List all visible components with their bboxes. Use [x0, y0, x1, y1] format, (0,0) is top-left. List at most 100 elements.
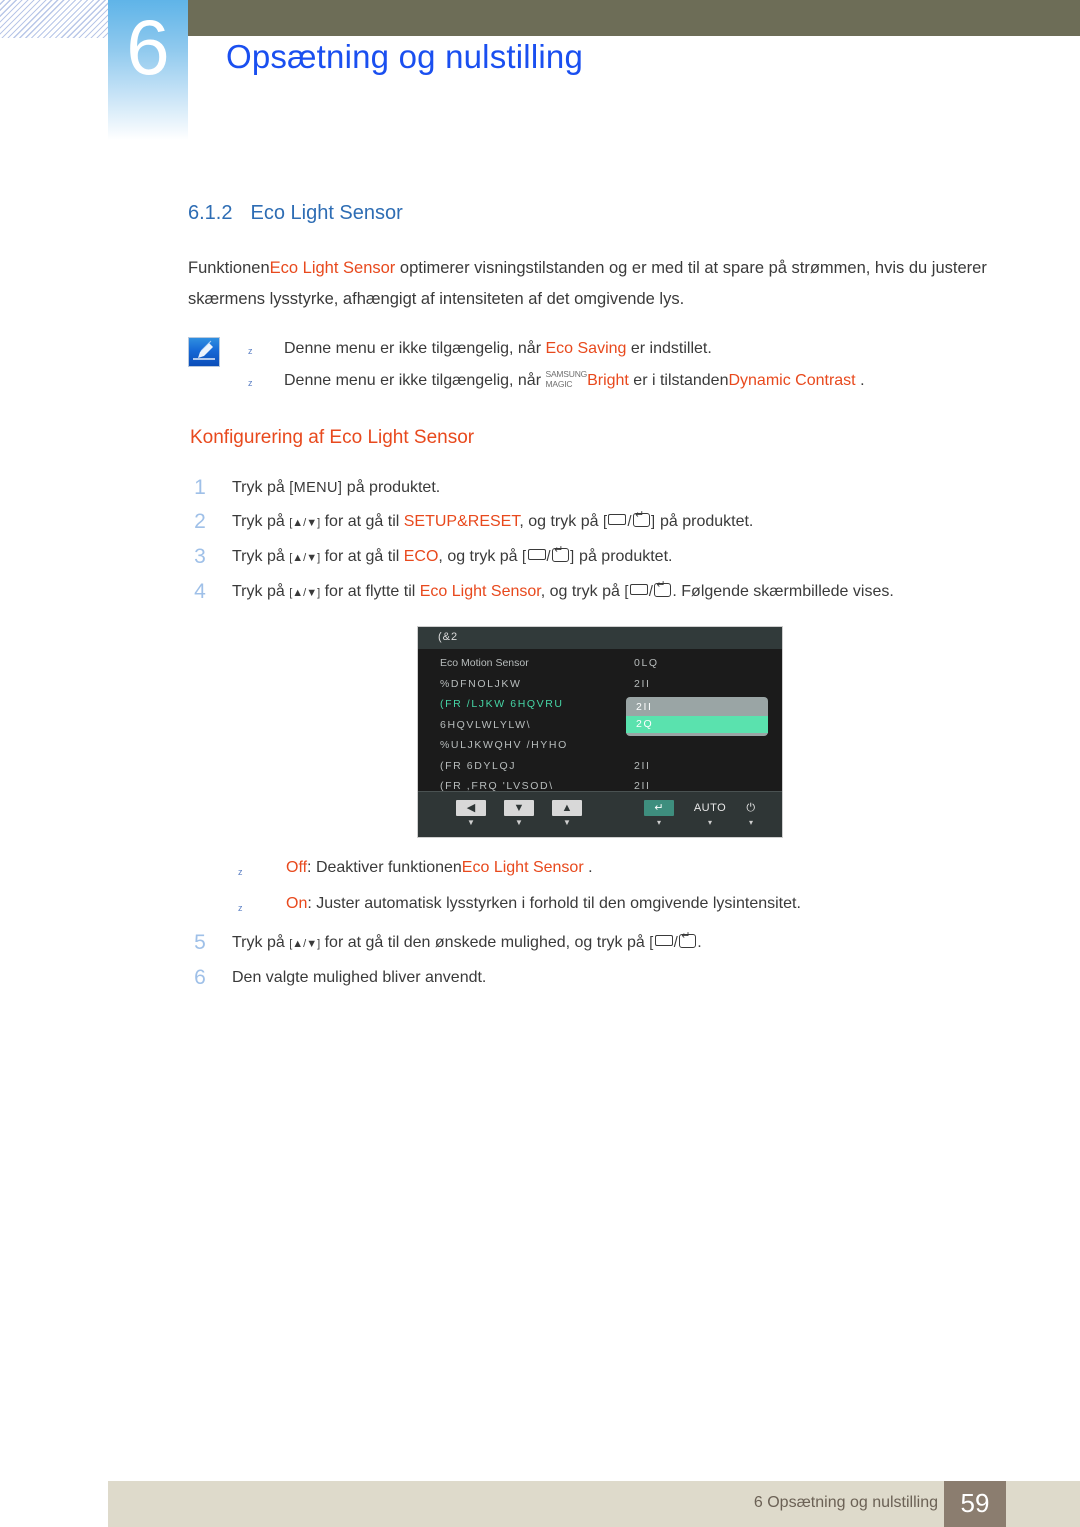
bullet-marker: z — [238, 903, 243, 913]
button-tick-icon: ▼ — [563, 818, 571, 827]
osd-row-label: Eco Motion Sensor — [440, 657, 529, 669]
step-text-post: på produktet. — [655, 513, 754, 530]
option-note-item: z Off: Deaktiver funktionenEco Light Sens… — [190, 850, 1010, 886]
step-list: 1 Tryk på [MENU] på produktet. 2 Tryk på [… — [190, 471, 1010, 994]
osd-row[interactable]: %ULJKWQHV /HYHO — [418, 739, 782, 760]
step-text-mid2: , og tryk på — [540, 583, 625, 600]
note-term-2: Dynamic Contrast — [728, 372, 856, 389]
osd-row-label: 6HQVLWLYLW\ — [440, 718, 532, 731]
note-item: z Denne menu er ikke tilgængelig, når Eco… — [188, 333, 1006, 365]
intro-paragraph: FunktionenEco Light Sensor optimerer vis… — [188, 253, 1006, 315]
enter-key-icon — [654, 579, 672, 597]
note-text-pre: Denne menu er ikke tilgængelig, når — [284, 372, 546, 389]
chapter-number-box: 6 — [108, 0, 188, 140]
step-number: 1 — [194, 476, 206, 499]
step-number: 6 — [194, 966, 206, 989]
section-heading: 6.1.2 Eco Light Sensor — [188, 202, 1080, 225]
option-text-post: . — [583, 859, 593, 876]
step-item: 2 Tryk på [▲/▼] for at gå til SETUP&RESET… — [190, 505, 1010, 540]
option-term: Eco Light Sensor — [461, 859, 584, 876]
magic-bottom: MAGIC — [545, 378, 573, 389]
osd-row-label: (FR /LJKW 6HQVRU — [440, 698, 564, 710]
note-term: Eco Saving — [545, 340, 627, 357]
osd-up-arrow-button[interactable]: ▲ ▼ — [548, 798, 586, 827]
option-separator: : — [307, 895, 317, 912]
osd-enter-button[interactable]: ↵ ▾ — [640, 798, 678, 827]
step-item: 5 Tryk på [▲/▼] for at gå til den ønskede… — [190, 926, 1010, 961]
step-text-pre: Tryk på — [232, 548, 290, 565]
button-tick-icon: ▼ — [467, 818, 475, 827]
osd-row-label: (FR 6DYLQJ — [440, 759, 517, 772]
osd-row[interactable]: (FR 6DYLQJ 2II — [418, 760, 782, 781]
step-item: 3 Tryk på [▲/▼] for at gå til ECO, og try… — [190, 540, 1010, 575]
button-tick-icon: ▼ — [515, 818, 523, 827]
source-key-icon — [608, 514, 627, 525]
osd-dropdown-option-off[interactable]: 2II — [626, 699, 768, 716]
step-number: 5 — [194, 931, 206, 954]
arrow-keys-label: [▲/▼] — [289, 552, 321, 564]
osd-dropdown[interactable]: 2II 2Q — [626, 697, 768, 736]
decorative-hatch-pattern — [0, 0, 108, 38]
osd-dropdown-option-on[interactable]: 2Q — [626, 716, 768, 733]
source-key-icon — [527, 549, 546, 560]
option-separator: : — [307, 859, 316, 876]
option-label: Off — [286, 859, 308, 876]
osd-screenshot: (&2 Eco Motion Sensor 0LQ %DFNOLJKW 2II … — [417, 626, 783, 838]
step-term: Eco Light Sensor — [419, 583, 541, 600]
note-text-post: . — [855, 372, 865, 389]
enter-key-icon — [679, 930, 697, 948]
down-arrow-icon: ▼ — [504, 800, 534, 816]
osd-row-value: 2II — [634, 759, 651, 772]
key-bracket-open: [ — [624, 584, 629, 600]
note-text-pre: Denne menu er ikke tilgængelig, når — [284, 340, 546, 357]
step-text-post: på produktet. — [574, 548, 673, 565]
step-item: 1 Tryk på [MENU] på produktet. — [190, 471, 1010, 505]
osd-left-arrow-button[interactable]: ◀ ▼ — [452, 798, 490, 827]
step-text-mid: for at gå til den ønskede mulighed, og t… — [320, 934, 650, 951]
osd-row-label: %ULJKWQHV /HYHO — [440, 739, 568, 751]
osd-down-arrow-button[interactable]: ▼ ▼ — [500, 798, 538, 827]
step-text-pre: Tryk på — [232, 583, 290, 600]
step-text-mid: for at flytte til — [320, 583, 420, 600]
step-term: ECO — [403, 548, 439, 565]
source-key-icon — [654, 935, 673, 946]
button-tick-icon: ▾ — [748, 818, 753, 827]
step-number: 2 — [194, 510, 206, 533]
key-bracket-open: [ — [602, 514, 608, 530]
osd-power-button[interactable]: ⏻ ▾ — [732, 798, 770, 827]
auto-label: AUTO — [693, 802, 727, 814]
option-text-pre: Deaktiver funktionen — [315, 859, 462, 876]
magicbright-logo: SAMSUNG MAGIC — [545, 370, 587, 389]
osd-screenshot-wrap: (&2 Eco Motion Sensor 0LQ %DFNOLJKW 2II … — [190, 626, 1010, 838]
option-text-pre: Juster automatisk lysstyrken i forhold t… — [316, 895, 801, 912]
osd-row-value: 2II — [634, 677, 651, 690]
bullet-marker: z — [248, 378, 253, 388]
left-arrow-icon: ◀ — [456, 800, 486, 816]
note-list: z Denne menu er ikke tilgængelig, når Eco… — [188, 333, 1006, 397]
osd-row[interactable]: %DFNOLJKW 2II — [418, 678, 782, 699]
step-term: SETUP&RESET — [403, 513, 520, 530]
osd-row[interactable]: Eco Motion Sensor 0LQ — [418, 657, 782, 678]
enter-key-icon — [552, 544, 570, 562]
arrow-keys-label: [▲/▼] — [289, 587, 321, 599]
osd-menu-list: Eco Motion Sensor 0LQ %DFNOLJKW 2II (FR … — [418, 649, 782, 799]
page-header: 6 Opsætning og nulstilling — [0, 0, 1080, 140]
bullet-marker: z — [238, 867, 243, 877]
step-text-pre: Tryk på — [232, 479, 290, 496]
power-icon: ⏻ — [746, 802, 756, 814]
step-item: 4 Tryk på [▲/▼] for at flytte til Eco Lig… — [190, 575, 1010, 610]
step-item: 6 Den valgte mulighed bliver anvendt. — [190, 961, 1010, 994]
intro-term: Eco Light Sensor — [269, 259, 396, 277]
chapter-title: Opsætning og nulstilling — [226, 38, 584, 75]
step-text-pre: Den valgte mulighed bliver anvendt. — [232, 969, 487, 986]
note-text-mid: er i tilstanden — [628, 372, 729, 389]
step-number: 4 — [194, 580, 206, 603]
step-text-pre: Tryk på — [232, 513, 290, 530]
key-separator: / — [648, 584, 654, 600]
bullet-marker: z — [248, 346, 253, 356]
step-text-post: . Følgende skærmbillede vises. — [672, 583, 894, 600]
osd-auto-button[interactable]: AUTO ▾ — [686, 798, 734, 827]
header-olive-bar — [188, 0, 1080, 36]
section-number: 6.1.2 — [188, 202, 233, 224]
key-bracket-open: [ — [649, 935, 654, 951]
